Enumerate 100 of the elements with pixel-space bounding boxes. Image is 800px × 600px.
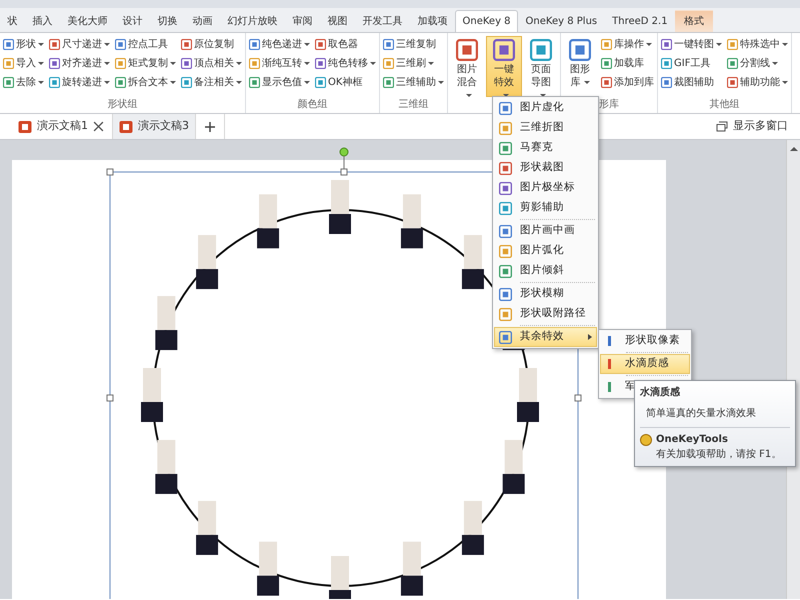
photo-placeholder (196, 500, 218, 555)
ribbon-tab[interactable]: 视图 (320, 10, 355, 32)
windows-icon (716, 121, 728, 132)
tool-icon (727, 39, 738, 50)
tool-icon (661, 39, 672, 50)
ribbon-button[interactable]: 纯色递进 (247, 36, 312, 53)
ribbon-tab[interactable]: 切换 (150, 10, 185, 32)
picture-icon (499, 288, 512, 300)
rotation-handle[interactable] (340, 148, 348, 156)
resize-handle[interactable] (106, 394, 114, 402)
ribbon-button[interactable]: 对齐递进 (47, 55, 112, 72)
menu-item[interactable]: 水滴质感 (600, 354, 690, 374)
ribbon-button[interactable]: 加载库 (599, 55, 656, 72)
ribbon-button[interactable]: 渐纯互转 (247, 55, 312, 72)
photo-placeholder (155, 296, 178, 350)
menu-item[interactable]: 形状取像素 (600, 331, 690, 351)
tool-icon (315, 39, 326, 50)
tool-icon (530, 39, 552, 61)
document-tab[interactable]: 演示文稿3 (113, 114, 196, 139)
photo-placeholder (257, 542, 280, 596)
ribbon-button[interactable]: GIF工具 (659, 55, 724, 72)
menu-item[interactable]: 剪影辅助 (494, 198, 597, 218)
ribbon-button[interactable]: 控点工具 (113, 36, 178, 53)
ribbon-button[interactable]: OK神框 (313, 74, 378, 91)
picture-icon (499, 162, 512, 174)
ribbon-tab[interactable]: 设计 (115, 10, 150, 32)
photo-placeholder (400, 542, 423, 596)
ribbon-tab[interactable]: OneKey 8 Plus (518, 10, 605, 32)
menu-item[interactable]: 图片倾斜 (494, 261, 597, 281)
scroll-up-icon[interactable] (788, 144, 800, 154)
menu-item[interactable]: 马赛克 (494, 138, 597, 158)
menu-item[interactable]: 图片弧化 (494, 241, 597, 261)
ribbon-tab[interactable]: 状 (0, 10, 25, 32)
menu-item[interactable]: 三维折图 (494, 118, 597, 138)
ribbon-button[interactable]: 导入 (1, 55, 46, 72)
photo-placeholder (196, 235, 218, 290)
menu-item[interactable]: 形状模糊 (494, 284, 597, 304)
ribbon-button[interactable]: 裁图辅助 (659, 74, 724, 91)
menu-item[interactable]: 形状裁图 (494, 158, 597, 178)
ribbon-tab[interactable]: 审阅 (285, 10, 320, 32)
ribbon-button[interactable]: 原位复制 (179, 36, 244, 53)
group-label: 三维组 (398, 98, 430, 112)
resize-handle[interactable] (340, 168, 348, 176)
tool-icon (3, 77, 14, 88)
ribbon-button[interactable]: 一键转图 (659, 36, 724, 53)
menu-item[interactable]: 图片画中画 (494, 221, 597, 241)
resize-handle[interactable] (106, 168, 114, 176)
plus-icon (204, 120, 216, 132)
ribbon-button[interactable]: 库操作 (599, 36, 656, 53)
ribbon-button[interactable]: 取色器 (313, 36, 378, 53)
ribbon-tab[interactable]: 插入 (25, 10, 60, 32)
ribbon-tab[interactable]: 幻灯片放映 (220, 10, 285, 32)
ribbon-button[interactable]: 三维刷 (381, 55, 446, 72)
coin-icon (640, 434, 652, 446)
tool-icon (249, 58, 260, 69)
tool-icon (3, 58, 14, 69)
picture-icon (499, 102, 512, 114)
tool-icon (601, 39, 612, 50)
picture-icon (499, 244, 512, 258)
menu-item[interactable]: 图片虚化 (494, 98, 597, 118)
tool-icon (181, 77, 192, 88)
menu-item[interactable]: 形状吸附路径 (494, 304, 597, 324)
ribbon-tab[interactable]: OneKey 8 (455, 10, 518, 32)
ribbon-tab[interactable]: 开发工具 (355, 10, 410, 32)
photo-placeholder (329, 556, 351, 599)
ribbon-button[interactable]: 矩式复制 (113, 55, 178, 72)
ribbon-button[interactable]: 去除 (1, 74, 46, 91)
ribbon-button[interactable]: 分割线 (725, 55, 790, 72)
photo-placeholder (462, 235, 484, 290)
photo-placeholder (517, 368, 539, 422)
ribbon-button[interactable]: 尺寸递进 (47, 36, 112, 53)
tool-icon (601, 58, 612, 69)
ribbon-button[interactable]: 特殊选中 (725, 36, 790, 53)
ribbon-tab[interactable]: 加载项 (410, 10, 455, 32)
ribbon-button[interactable]: 拆合文本 (113, 74, 178, 91)
ribbon-button[interactable]: 纯色转移 (313, 55, 378, 72)
ribbon-button[interactable]: 三维复制 (381, 36, 446, 53)
ribbon-button[interactable]: 形状 (1, 36, 46, 53)
presentation-icon (18, 120, 32, 134)
ribbon-tab[interactable]: 格式 (675, 10, 714, 32)
tool-icon (493, 39, 515, 61)
ribbon-button[interactable]: 显示色值 (247, 74, 312, 91)
tooltip-footer-text: 有关加载项帮助，请按 F1。 (655, 448, 782, 462)
ribbon-button[interactable]: 备注相关 (179, 74, 244, 91)
menu-item[interactable]: 图片极坐标 (494, 178, 597, 198)
close-icon[interactable] (93, 121, 104, 132)
ribbon-button[interactable]: 旋转递进 (47, 74, 112, 91)
ribbon-button[interactable]: 辅助功能 (725, 74, 790, 91)
tool-icon (49, 39, 60, 50)
menu-item[interactable]: 其余特效 (494, 327, 597, 347)
ribbon-tab[interactable]: ThreeD 2.1 (604, 10, 676, 32)
ribbon-large-button[interactable]: 一键特效 (486, 36, 522, 97)
ribbon-button[interactable]: 添加到库 (599, 74, 656, 91)
ribbon-tab[interactable]: 美化大师 (60, 10, 115, 32)
ribbon-tab[interactable]: 动画 (185, 10, 220, 32)
resize-handle[interactable] (574, 394, 582, 402)
picture-icon (499, 330, 512, 344)
ribbon-button[interactable]: 三维辅助 (381, 74, 446, 91)
ribbon-large-button[interactable]: 图片混合 (449, 36, 485, 97)
ribbon-button[interactable]: 顶点相关 (179, 55, 244, 72)
